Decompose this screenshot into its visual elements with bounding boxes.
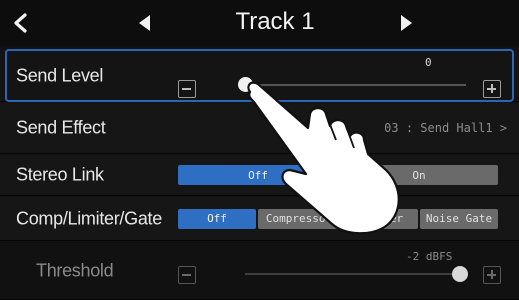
- threshold-increase-button: [483, 266, 501, 284]
- threshold-label: Threshold: [36, 260, 114, 280]
- threshold-slider-knob: [452, 266, 468, 282]
- threshold-slider-track: [245, 273, 460, 275]
- triangle-right-icon[interactable]: [395, 12, 417, 34]
- send-effect-label: Send Effect: [16, 117, 106, 138]
- page-title: Track 1: [235, 8, 315, 35]
- back-chevron-icon[interactable]: [10, 12, 32, 34]
- hand-pointer-icon: [247, 81, 400, 235]
- header-bar: Track 1: [0, 0, 519, 46]
- plus-box-icon-dim: [491, 270, 493, 279]
- screen: Track 1 Send Level 0 Send Effect 03 : Se…: [0, 0, 519, 300]
- comp-limiter-gate-label: Comp/Limiter/Gate: [16, 208, 162, 228]
- minus-box-icon-dim: [182, 274, 191, 276]
- threshold-value: -2 dBFS: [406, 250, 453, 263]
- stereo-link-label: Stereo Link: [16, 164, 104, 185]
- threshold-row: Threshold -2 dBFS: [0, 242, 519, 300]
- triangle-left-icon[interactable]: [134, 12, 156, 34]
- threshold-decrease-button: [178, 266, 196, 284]
